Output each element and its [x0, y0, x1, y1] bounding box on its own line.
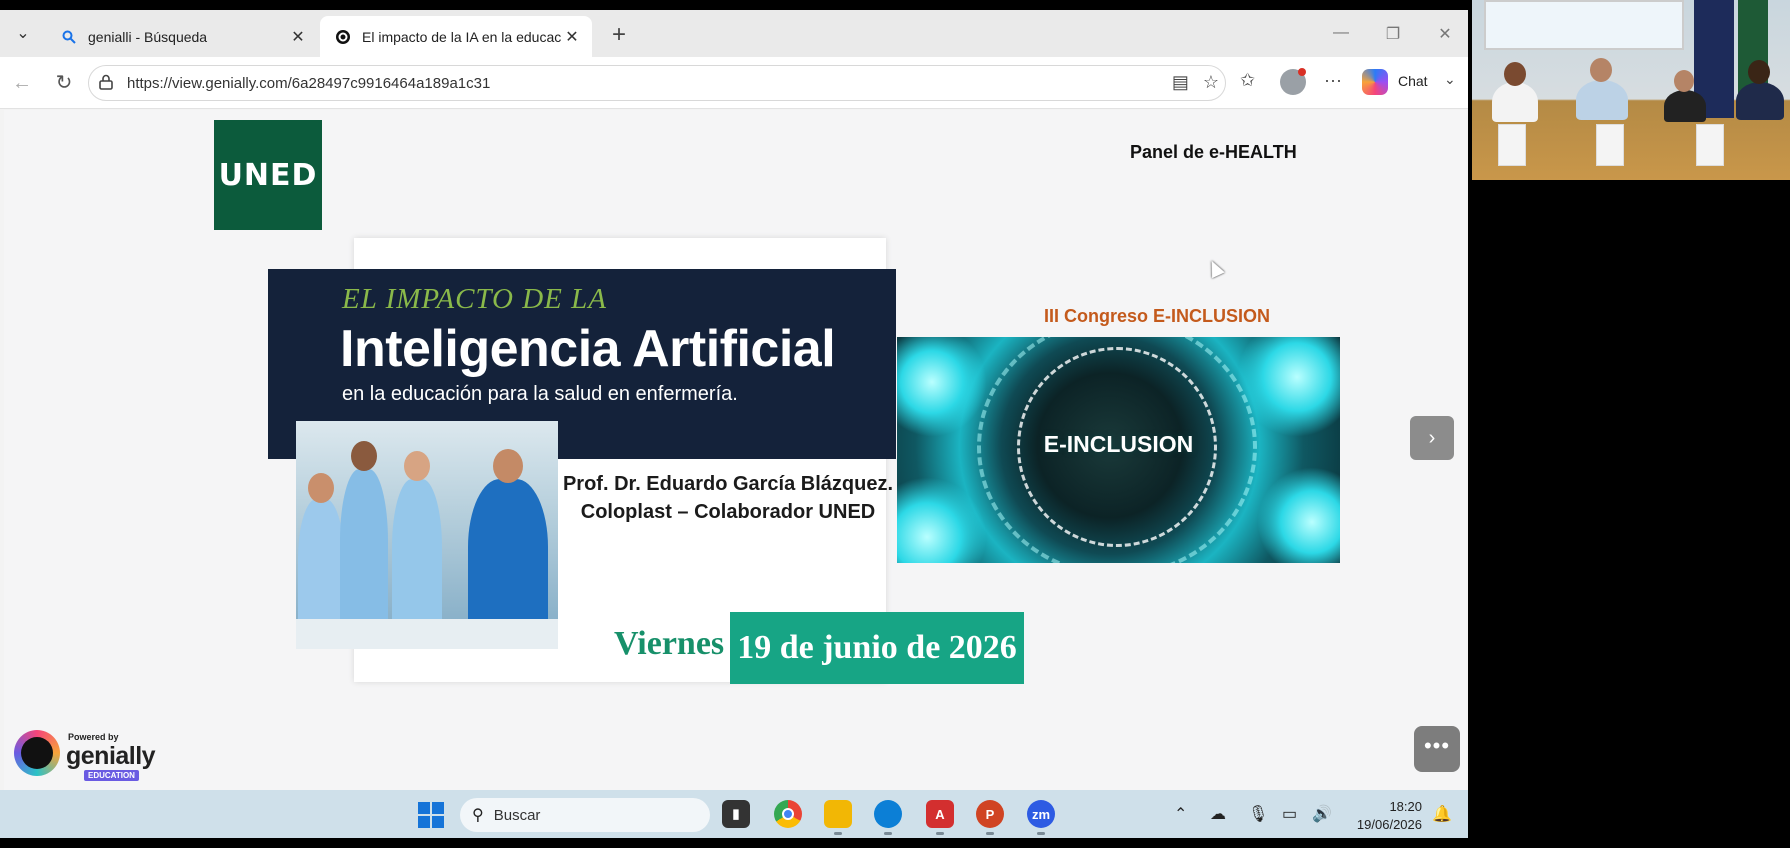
education-badge: EDUCATION: [84, 770, 139, 781]
address-bar[interactable]: https://view.genially.com/6a28497c991646…: [88, 65, 1226, 101]
clock-date: 19/06/2026: [1356, 817, 1422, 832]
favorites-list-icon[interactable]: ✩: [1240, 70, 1255, 91]
congress-title: III Congreso E-INCLUSION: [1044, 306, 1271, 326]
minimize-icon[interactable]: —: [1326, 24, 1356, 42]
volume-icon[interactable]: 🔊: [1312, 804, 1332, 824]
genially-name[interactable]: genially: [66, 742, 156, 771]
more-options-button[interactable]: •••: [1414, 726, 1460, 772]
tab-title: El impacto de la IA en la educación: [362, 28, 562, 45]
speaker-name: Prof. Dr. Eduardo García Blázquez.: [562, 473, 894, 495]
copilot-icon[interactable]: [1362, 69, 1388, 95]
panelist: [1664, 90, 1706, 122]
notification-dot: [1298, 68, 1306, 76]
chrome-icon[interactable]: [774, 800, 802, 828]
notification-bell-icon[interactable]: 🔔: [1432, 804, 1452, 824]
new-tab-button[interactable]: +: [604, 22, 634, 50]
close-tab-icon[interactable]: ✕: [288, 27, 308, 47]
e-inclusion-image: E-INCLUSION: [897, 337, 1340, 563]
genially-presentation: UNED Panel de e-HEALTH EL IMPACTO DE LA …: [4, 110, 1466, 790]
refresh-icon[interactable]: ↻: [50, 69, 78, 97]
projection-screen: [1484, 0, 1684, 50]
event-day: Viernes: [614, 625, 725, 662]
cloud-offline-icon[interactable]: ☁: [1210, 804, 1226, 824]
more-options-icon[interactable]: ···: [1324, 70, 1342, 91]
speaker-affiliation: Coloplast – Colaborador UNED: [580, 501, 876, 523]
powered-by-label: Powered by: [68, 732, 119, 742]
tab-title: genialli - Búsqueda: [88, 28, 208, 45]
banner-subtitle: en la educación para la salud en enferme…: [342, 383, 738, 405]
tab-actions-menu-icon[interactable]: ⌄: [10, 22, 36, 46]
uned-logo: UNED: [214, 120, 322, 230]
event-date: 19 de junio de 2026: [730, 612, 1024, 684]
search-icon: ⚲: [472, 807, 484, 824]
task-view-icon[interactable]: ▮: [722, 800, 750, 828]
tab-search[interactable]: genialli - Búsqueda ✕: [46, 16, 318, 57]
nurses-photo: [296, 421, 558, 649]
banner-kicker: EL IMPACTO DE LA: [342, 283, 607, 315]
edge-icon[interactable]: [874, 800, 902, 828]
lock-icon: [99, 74, 121, 93]
taskbar-search[interactable]: ⚲ Buscar: [460, 798, 710, 832]
zoom-icon[interactable]: zm: [1027, 800, 1055, 828]
panel-title: Panel de e-HEALTH: [1130, 142, 1297, 162]
e-inclusion-label: E-INCLUSION: [1043, 431, 1194, 457]
panelist: [1492, 82, 1538, 122]
genially-favicon-icon: [334, 28, 352, 46]
powerpoint-icon[interactable]: P: [976, 800, 1004, 828]
next-slide-button[interactable]: ›: [1410, 416, 1454, 460]
chevron-down-icon[interactable]: ⌄: [1444, 71, 1456, 88]
search-icon: [60, 28, 78, 46]
file-explorer-icon[interactable]: [824, 800, 852, 828]
start-windows-icon[interactable]: [418, 802, 444, 828]
desktop-screen: ⌄ genialli - Búsqueda ✕ El impacto de la…: [0, 10, 1468, 838]
network-icon[interactable]: ▭: [1282, 804, 1297, 824]
panelist: [1736, 82, 1784, 120]
chevron-up-icon[interactable]: ⌃: [1174, 804, 1187, 824]
close-window-icon[interactable]: ✕: [1430, 24, 1460, 44]
windows-taskbar: ⚲ Buscar ▮ A P zm ⌃ ☁ 🎙 ▭ 🔊 18:20 19/06/…: [0, 790, 1468, 838]
microphone-icon[interactable]: 🎙: [1248, 804, 1268, 824]
url-text: https://view.genially.com/6a28497c991646…: [127, 74, 491, 92]
back-icon[interactable]: ←: [8, 69, 36, 97]
browser-tab-strip: ⌄ genialli - Búsqueda ✕ El impacto de la…: [0, 10, 1468, 57]
favorite-star-icon[interactable]: ☆: [1203, 72, 1219, 93]
video-conference-feed: [1472, 0, 1790, 180]
genially-logo-icon[interactable]: [14, 730, 60, 776]
speaker-info: Prof. Dr. Eduardo García Blázquez. Colop…: [558, 470, 898, 526]
tab-genially[interactable]: El impacto de la IA en la educación ✕: [320, 16, 592, 57]
restore-icon[interactable]: ❐: [1378, 24, 1408, 44]
banner-title: Inteligencia Artificial: [340, 320, 836, 378]
acrobat-icon[interactable]: A: [926, 800, 954, 828]
clock-time: 18:20: [1389, 799, 1422, 814]
close-tab-icon[interactable]: ✕: [562, 27, 582, 47]
panelist: [1576, 80, 1628, 120]
search-label: Buscar: [493, 806, 541, 824]
chat-button[interactable]: Chat: [1398, 73, 1428, 89]
reader-mode-icon[interactable]: ▤: [1172, 72, 1189, 93]
browser-toolbar: ← ↻ https://view.genially.com/6a28497c99…: [0, 57, 1468, 109]
taskbar-clock[interactable]: 18:20 19/06/2026: [1346, 798, 1422, 834]
mouse-cursor-icon: [1205, 257, 1225, 279]
